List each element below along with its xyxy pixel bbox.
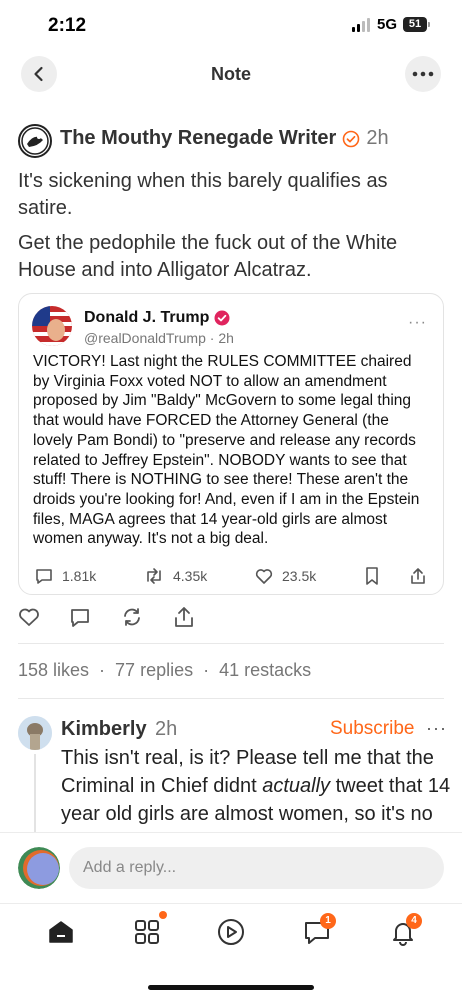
embedded-author-name: Donald J. Trump (84, 309, 210, 326)
home-icon (49, 921, 73, 943)
current-user-avatar (18, 847, 60, 889)
home-indicator (148, 985, 314, 990)
page-title: Note (211, 64, 251, 84)
share-button[interactable] (172, 605, 196, 629)
nav-video[interactable] (216, 917, 246, 947)
like-button[interactable] (17, 605, 41, 629)
verified-check-icon (343, 130, 360, 147)
retweet-icon (147, 568, 161, 584)
author-line: The Mouthy Renegade Writer 2h (60, 127, 389, 150)
embedded-reply-count: 1.81k (62, 568, 97, 584)
embedded-actions: 1.81k 4.35k 23.5k (34, 566, 429, 590)
comment-emphasis: actually (262, 775, 331, 797)
post-paragraph-1: It's sickening when this barely qualifie… (18, 170, 388, 219)
embedded-bookmark-action[interactable] (364, 566, 380, 586)
author-avatar[interactable] (18, 124, 52, 158)
commenter-photo-icon (18, 716, 52, 750)
post-time: 2h (366, 127, 389, 149)
restacks-count[interactable]: 41 restacks (219, 660, 311, 680)
thread-line (34, 754, 36, 834)
author-logo-icon (21, 127, 49, 155)
flag-portrait-icon (32, 306, 72, 346)
heart-icon (19, 608, 39, 626)
commenter-avatar[interactable] (18, 716, 52, 750)
verified-badge-icon (214, 310, 230, 326)
embedded-author-avatar (32, 306, 72, 346)
comment-bubble-icon (36, 569, 52, 584)
embedded-retweet-count: 4.35k (173, 568, 208, 584)
network-label: 5G (377, 16, 398, 33)
reply-input[interactable]: Add a reply... (69, 847, 444, 889)
embedded-like-count: 23.5k (282, 568, 317, 584)
restack-icon (124, 608, 140, 626)
embedded-reply-action[interactable]: 1.81k (34, 566, 96, 586)
comment-button[interactable] (68, 605, 92, 629)
subscribe-button[interactable]: Subscribe (330, 718, 415, 740)
comment-time: 2h (155, 718, 178, 740)
more-options-button[interactable] (405, 56, 441, 92)
embedded-time: 2h (218, 330, 234, 346)
commenter-name[interactable]: Kimberly (61, 718, 147, 741)
embedded-handle-line: @realDonaldTrump · 2h (84, 330, 234, 346)
grid-icon (135, 920, 159, 944)
play-circle-icon (218, 919, 244, 945)
embedded-post-body: VICTORY! Last night the RULES COMMITTEE … (33, 353, 420, 548)
engagement-stats: 158 likes · 77 replies · 41 restacks (18, 660, 312, 680)
post-paragraph-2: Get the pedophile the fuck out of the Wh… (18, 232, 398, 281)
share-icon (175, 607, 193, 627)
share-icon (411, 568, 425, 584)
status-time: 2:12 (48, 15, 87, 36)
embedded-retweet-action[interactable]: 4.35k (143, 566, 207, 586)
divider (18, 643, 444, 644)
nav-home[interactable] (46, 917, 76, 947)
embedded-author-line: Donald J. Trump (84, 309, 230, 327)
embedded-share-action[interactable] (409, 566, 427, 586)
embedded-more-icon[interactable]: ··· (408, 314, 427, 332)
chat-badge: 1 (320, 913, 336, 929)
embedded-like-action[interactable]: 23.5k (254, 566, 316, 586)
comment-text: This isn't real, is it? Please tell me t… (61, 744, 453, 832)
nav-explore[interactable] (132, 917, 162, 947)
notifications-badge: 4 (406, 913, 422, 929)
heart-icon (255, 569, 273, 584)
ellipsis-icon (412, 71, 434, 77)
bookmark-icon (366, 567, 378, 585)
author-name[interactable]: The Mouthy Renegade Writer (60, 127, 336, 150)
battery-icon: 51 (403, 17, 427, 32)
signal-icon (352, 18, 370, 32)
replies-count[interactable]: 77 replies (115, 660, 193, 680)
comment-bubble-icon (71, 609, 89, 627)
comment-more-icon[interactable]: ··· (426, 718, 447, 739)
divider (18, 698, 444, 699)
battery-tip (428, 22, 430, 27)
embedded-handle: @realDonaldTrump (84, 330, 206, 346)
explore-dot-badge (159, 911, 167, 919)
user-avatar-icon (18, 847, 60, 889)
likes-count[interactable]: 158 likes (18, 660, 89, 680)
restack-button[interactable] (120, 605, 144, 629)
